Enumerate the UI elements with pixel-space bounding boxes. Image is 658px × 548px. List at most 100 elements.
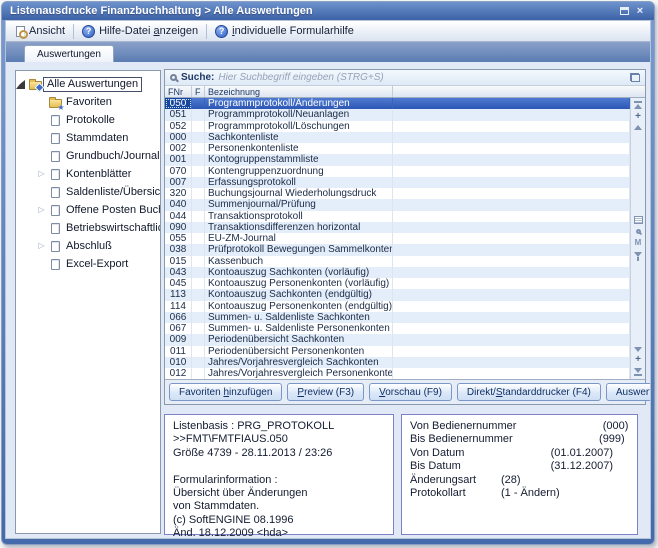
filter-icon[interactable] (634, 252, 642, 261)
table-row[interactable]: 002Personenkontenliste (165, 143, 630, 154)
cell-empty (393, 346, 630, 357)
column-header-fnr[interactable]: FNr (165, 86, 192, 97)
toolbar-item-hilfe-datei[interactable]: Hilfe-Datei anzeigen (76, 23, 204, 40)
cell-f (192, 98, 205, 109)
table-row[interactable]: 070Kontengruppenzuordnung (165, 166, 630, 177)
page-icon (47, 169, 63, 180)
append-record-icon[interactable]: + (635, 356, 641, 364)
table-row[interactable]: 015Kassenbuch (165, 256, 630, 267)
tree-item-kontenbl-tter[interactable]: ▷Kontenblätter (16, 165, 160, 183)
table-row[interactable]: 009Periodenübersicht Sachkonten (165, 334, 630, 345)
grid-wrap: 050Programmprotokoll/Änderungen051Progra… (165, 98, 645, 379)
cell-f (192, 154, 205, 165)
tree-item-grundbuch-journale[interactable]: Grundbuch/Journale (16, 147, 160, 165)
collapsed-arrow-icon[interactable]: ▷ (36, 170, 47, 178)
tree-item-abschlu-[interactable]: ▷ Abschluß (16, 237, 160, 255)
mark-icon[interactable]: M (635, 239, 642, 247)
cell-f (192, 368, 205, 379)
table-row[interactable]: 040Summenjournal/Prüfung (165, 199, 630, 210)
tree-item-saldenliste-bersicht[interactable]: Saldenliste/Übersicht (16, 183, 160, 201)
tree-item-label: Grundbuch/Journale (63, 150, 161, 163)
tree-item-label: Abschluß (63, 240, 115, 253)
cell-f (192, 357, 205, 368)
tree-item-stammdaten[interactable]: Stammdaten (16, 129, 160, 147)
cell-f (192, 233, 205, 244)
tree-item-offene-posten-buchhaltung[interactable]: ▷Offene Posten Buchhaltung (16, 201, 160, 219)
restore-button[interactable] (616, 4, 632, 18)
table-row[interactable]: 045Kontoauszug Personenkonten (vorläufig… (165, 278, 630, 289)
cell-empty (393, 368, 630, 379)
collapsed-arrow-icon[interactable]: ▷ (36, 242, 47, 250)
column-chooser-icon[interactable] (630, 73, 640, 82)
cell-bezeichnung: Periodenübersicht Personenkonten (205, 346, 393, 357)
table-row[interactable]: 067Summen- u. Saldenliste Personenkonten (165, 323, 630, 334)
toolbar-item-ansicht[interactable]: Ansicht (10, 23, 71, 40)
cell-empty (393, 121, 630, 132)
button-direkt-standarddrucker-f4-[interactable]: Direkt/Standarddrucker (F4) (457, 383, 601, 401)
insert-record-icon[interactable]: + (635, 113, 641, 121)
tree-item-excel-export[interactable]: Excel-Export (16, 255, 160, 273)
table-row[interactable]: 038Prüfprotokoll Bewegungen Sammelkonten (165, 244, 630, 255)
scroll-down-icon[interactable] (634, 347, 642, 352)
tree-root-label: Alle Auswertungen (43, 77, 142, 92)
cell-fnr: 038 (165, 244, 192, 255)
cell-fnr: 051 (165, 109, 192, 120)
collapsed-arrow-icon[interactable]: ▷ (36, 206, 47, 214)
table-row[interactable]: 052Programmprotokoll/Löschungen (165, 121, 630, 132)
table-row[interactable]: 007Erfassungsprotokoll (165, 177, 630, 188)
table-row[interactable]: 012Jahres/Vorjahresvergleich Personenkon… (165, 368, 630, 379)
list-view-icon[interactable] (634, 216, 643, 224)
info-line: von Stammdaten. (173, 500, 393, 513)
tree-item-favoriten[interactable]: Favoriten (16, 93, 160, 111)
column-header-bezeichnung[interactable]: Bezeichnung (205, 86, 393, 97)
expanded-arrow-icon[interactable] (16, 80, 27, 89)
scroll-last-icon[interactable] (634, 368, 642, 376)
table-row[interactable]: 114Kontoauszug Personenkonten (endgültig… (165, 301, 630, 312)
table-row[interactable]: 051Programmprotokoll/Neuanlagen (165, 109, 630, 120)
cell-bezeichnung: Sachkontenliste (205, 132, 393, 143)
button-vorschau-f9-[interactable]: Vorschau (F9) (369, 383, 452, 401)
search-label: Suche: (181, 72, 214, 83)
search-input[interactable] (218, 72, 626, 83)
cell-fnr: 010 (165, 357, 192, 368)
table-row[interactable]: 001Kontogruppenstammliste (165, 154, 630, 165)
toolbar-item-label: individuelle Formularhilfe (232, 25, 354, 37)
table-row[interactable]: 113Kontoauszug Sachkonten (endgültig) (165, 289, 630, 300)
table-row[interactable]: 044Transaktionsprotokoll (165, 211, 630, 222)
tree-item-protokolle[interactable]: Protokolle (16, 111, 160, 129)
param-label: Protokollart (410, 487, 501, 500)
column-header-f[interactable]: F (192, 86, 205, 97)
table-row[interactable]: 043Kontoauszug Sachkonten (vorläufig) (165, 267, 630, 278)
cell-empty (393, 154, 630, 165)
table-row[interactable]: 011Periodenübersicht Personenkonten (165, 346, 630, 357)
tab-auswertungen[interactable]: Auswertungen (24, 45, 114, 62)
find-icon[interactable] (636, 229, 641, 234)
button-auswertung-drucken[interactable]: Auswertung drucken (606, 383, 651, 401)
cell-bezeichnung: EU-ZM-Journal (205, 233, 393, 244)
table-row[interactable]: 055EU-ZM-Journal (165, 233, 630, 244)
scroll-first-icon[interactable] (634, 101, 642, 109)
table-row[interactable]: 050Programmprotokoll/Änderungen (165, 98, 630, 109)
tree-root-item[interactable]: Alle Auswertungen (16, 75, 160, 93)
cell-bezeichnung: Kontoauszug Personenkonten (endgültig) (205, 301, 393, 312)
table-row[interactable]: 066Summen- u. Saldenliste Sachkonten (165, 312, 630, 323)
cell-empty (393, 267, 630, 278)
info-line (173, 460, 393, 473)
table-row[interactable]: 010Jahres/Vorjahresvergleich Sachkonten (165, 357, 630, 368)
favorites-folder-icon (47, 97, 63, 108)
window-body: Ansicht Hilfe-Datei anzeigen individuelle … (5, 20, 651, 539)
toolbar-item-formularhilfe[interactable]: individuelle Formularhilfe (209, 23, 360, 40)
button-preview-f3-[interactable]: Preview (F3) (287, 383, 364, 401)
cell-fnr: 002 (165, 143, 192, 154)
cell-f (192, 132, 205, 143)
param-label: Von Datum (410, 447, 501, 460)
tree-item-betriebswirtschaftliche-auswertungen[interactable]: Betriebswirtschaftliche Auswertungen (16, 219, 160, 237)
title-bar: Listenausdrucke Finanzbuchhaltung > Alle… (2, 2, 654, 20)
button-favoriten-hinzuf-gen[interactable]: Favoriten hinzufügen (169, 383, 282, 401)
table-row[interactable]: 090Transaktionsdifferenzen horizontal (165, 222, 630, 233)
table-row[interactable]: 000Sachkontenliste (165, 132, 630, 143)
table-row[interactable]: 320Buchungsjournal Wiederholungsdruck (165, 188, 630, 199)
close-button[interactable]: × (632, 4, 648, 18)
root-folder-icon (27, 79, 43, 90)
list-scrollbar[interactable]: + M + (630, 98, 645, 379)
